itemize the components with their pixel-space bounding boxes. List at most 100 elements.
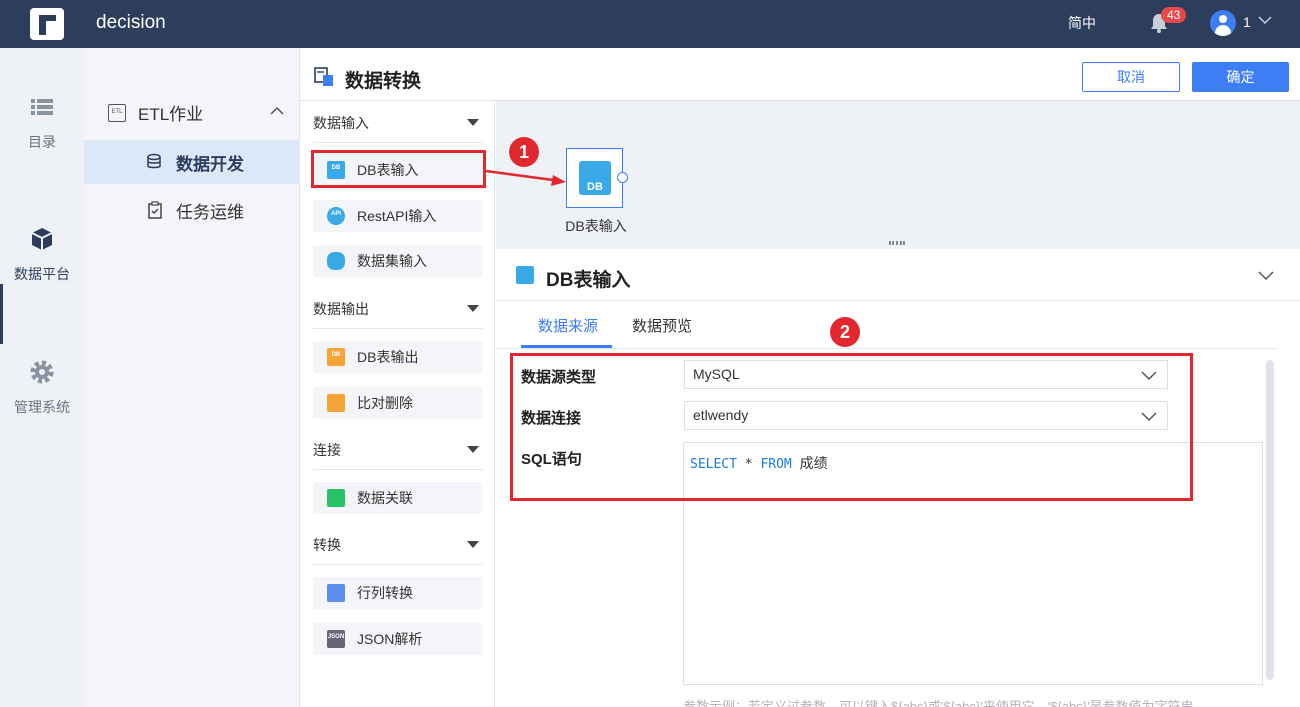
- component-palette: 数据输入 DB DB表输入 API RestAPI输入 数据集输入 数据输出 D…: [300, 101, 495, 707]
- sql-code: SELECT * FROM 成绩: [690, 456, 828, 472]
- chevron-down-icon: [1141, 412, 1157, 422]
- chevron-down-icon: [1141, 371, 1157, 381]
- tab-data-preview[interactable]: 数据预览: [632, 315, 692, 336]
- etl-icon: ETL: [108, 103, 126, 122]
- component-compare-delete[interactable]: 比对删除: [313, 387, 482, 419]
- category-transform[interactable]: 转换: [313, 525, 483, 565]
- component-label: 行列转换: [357, 585, 413, 601]
- flow-canvas[interactable]: DB DB表输入: [496, 101, 1300, 249]
- component-restapi-input[interactable]: API RestAPI输入: [313, 200, 482, 232]
- category-label: 转换: [313, 536, 341, 553]
- db-table-icon: DB: [327, 161, 345, 179]
- rail-item-data-platform[interactable]: 数据平台: [0, 226, 84, 284]
- confirm-button[interactable]: 确定: [1192, 62, 1289, 92]
- row-column-icon: [327, 584, 345, 602]
- cancel-button[interactable]: 取消: [1082, 62, 1180, 92]
- api-icon: API: [327, 207, 345, 225]
- db-table-icon: [516, 266, 534, 284]
- annotation-marker-2: 2: [830, 317, 860, 347]
- nav-item-task-ops[interactable]: 任务运维: [84, 188, 300, 232]
- nav-item-data-dev[interactable]: 数据开发: [84, 140, 300, 184]
- notification-badge: 43: [1161, 7, 1187, 23]
- sql-label: SQL语句: [521, 451, 582, 468]
- component-db-input[interactable]: DB DB表输入: [313, 154, 482, 186]
- tab-data-source[interactable]: 数据来源: [538, 315, 598, 336]
- component-row-column[interactable]: 行列转换: [313, 577, 482, 609]
- top-bar: decision 简中 43 1: [0, 0, 1300, 48]
- language-switch[interactable]: 简中: [1068, 13, 1096, 33]
- datasource-type-select[interactable]: MySQL: [684, 360, 1168, 389]
- component-label: DB表输入: [357, 162, 419, 178]
- rail-label: 管理系统: [14, 399, 70, 415]
- component-label: DB表输出: [357, 349, 419, 365]
- component-db-output[interactable]: DB DB表输出: [313, 341, 482, 373]
- category-label: 数据输入: [313, 114, 369, 131]
- db-table-icon: DB: [579, 161, 611, 195]
- db-output-icon: DB: [327, 348, 345, 366]
- detail-tabs: 数据来源 数据预览: [496, 301, 1276, 349]
- chevron-up-icon[interactable]: [270, 104, 284, 118]
- annotation-marker-1: 1: [509, 137, 539, 167]
- caret-down-icon[interactable]: [467, 446, 479, 453]
- clipboard-icon: [148, 201, 162, 219]
- category-data-output[interactable]: 数据输出: [313, 289, 483, 329]
- select-value: MySQL: [693, 366, 740, 382]
- page-title: 数据转换: [345, 71, 422, 92]
- rail-label: 目录: [28, 134, 56, 150]
- active-indicator: [0, 284, 3, 344]
- database-icon: [147, 153, 161, 169]
- component-label: 比对删除: [357, 395, 413, 411]
- category-join[interactable]: 连接: [313, 430, 483, 470]
- resize-handle[interactable]: [889, 241, 905, 245]
- component-dataset-input[interactable]: 数据集输入: [313, 245, 482, 277]
- connection-select[interactable]: etlwendy: [684, 401, 1168, 430]
- app-name: decision: [96, 12, 166, 33]
- list-icon: [31, 99, 53, 115]
- nav-group-etl[interactable]: ETL ETL作业: [108, 100, 203, 125]
- chevron-down-icon[interactable]: [1258, 267, 1274, 283]
- caret-down-icon[interactable]: [467, 119, 479, 126]
- scrollbar[interactable]: [1266, 360, 1274, 680]
- canvas-node-db-input[interactable]: DB: [566, 148, 623, 208]
- left-rail: 目录 数据平台 管理系统: [0, 48, 84, 707]
- cube-icon: [31, 228, 53, 250]
- component-label: 数据关联: [357, 490, 413, 506]
- rail-item-catalog[interactable]: 目录: [0, 94, 84, 152]
- rail-label: 数据平台: [14, 266, 70, 282]
- nav-item-label: 任务运维: [176, 202, 244, 222]
- component-data-join[interactable]: 数据关联: [313, 482, 482, 514]
- detail-title: DB表输入: [546, 270, 631, 291]
- canvas-node-label: DB表输入: [565, 218, 627, 234]
- select-value: etlwendy: [693, 407, 749, 423]
- connection-label: 数据连接: [521, 410, 582, 427]
- gear-icon: [30, 360, 54, 384]
- rail-item-management[interactable]: 管理系统: [0, 359, 84, 417]
- logo[interactable]: [30, 8, 64, 40]
- category-label: 连接: [313, 441, 341, 458]
- join-icon: [327, 489, 345, 507]
- category-data-input[interactable]: 数据输入: [313, 103, 483, 143]
- component-label: JSON解析: [357, 631, 423, 647]
- datasource-type-label: 数据源类型: [521, 369, 597, 386]
- detail-header: DB表输入: [496, 249, 1300, 301]
- active-tab-underline: [521, 345, 612, 348]
- page-header: 数据转换 取消 确定: [300, 48, 1300, 101]
- nav-item-label: 数据开发: [176, 154, 244, 174]
- secondary-nav: ETL ETL作业 数据开发 任务运维: [84, 48, 300, 707]
- user-name[interactable]: 1: [1243, 14, 1251, 30]
- category-label: 数据输出: [313, 300, 369, 317]
- avatar[interactable]: [1210, 10, 1236, 36]
- sql-editor[interactable]: SELECT * FROM 成绩: [683, 442, 1263, 685]
- nav-group-label: ETL作业: [138, 105, 204, 124]
- dataset-icon: [327, 252, 345, 270]
- caret-down-icon[interactable]: [467, 305, 479, 312]
- component-label: RestAPI输入: [357, 208, 437, 224]
- compare-delete-icon: [327, 394, 345, 412]
- transform-icon: [314, 67, 333, 86]
- component-json-parse[interactable]: JSON JSON解析: [313, 623, 482, 655]
- caret-down-icon[interactable]: [467, 541, 479, 548]
- node-output-port[interactable]: [617, 172, 628, 183]
- component-label: 数据集输入: [357, 253, 427, 269]
- chevron-down-icon[interactable]: [1258, 13, 1272, 27]
- json-icon: JSON: [327, 630, 345, 648]
